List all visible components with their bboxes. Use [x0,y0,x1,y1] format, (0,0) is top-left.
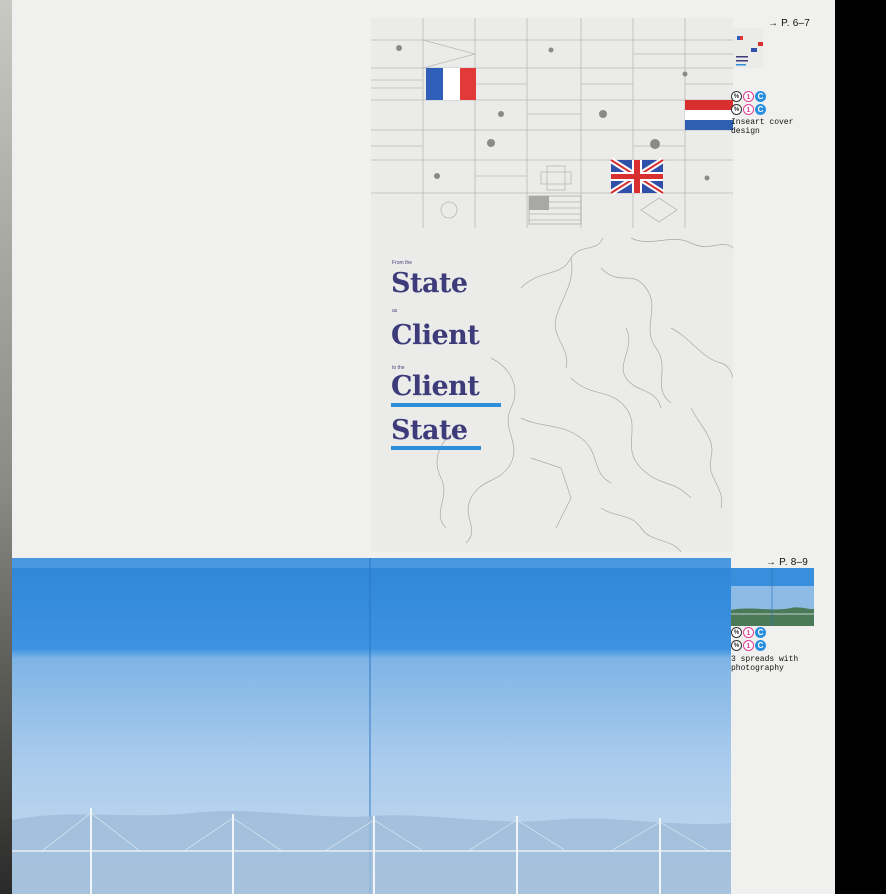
annotation-note-2: 3 spreads with photography [731,655,799,673]
cover-thumbnail [733,28,763,68]
title-line-2: State [391,268,468,299]
title-line-7: State [391,415,468,446]
cover-design: From the State as Client to the Client S… [371,18,733,552]
title-line-6: Client [391,371,480,402]
magenta-mark: 1 [743,640,754,651]
pantone-mark: % [731,640,742,651]
title-underline-2 [391,446,481,450]
magenta-mark: 1 [743,627,754,638]
print-marks-row-1b: % 1 C [731,104,766,115]
title-line-4: Client [391,320,480,351]
pantone-mark: % [731,627,742,638]
flag-grid [371,18,733,228]
cyan-mark: C [755,91,766,102]
page-reference-1: → P. 6–7 [768,18,811,29]
cyan-mark: C [755,640,766,651]
pantone-mark: % [731,104,742,115]
print-marks-row-1a: % 1 C [731,91,766,102]
magenta-mark: 1 [743,104,754,115]
bridge-photo [12,558,731,894]
page-reference-2: → P. 8–9 [766,557,809,568]
title-line-3: as [392,308,398,314]
left-photo-strip [0,0,12,894]
annotation-note-1: Inseart cover design [731,118,794,136]
print-marks-row-2b: % 1 C [731,640,766,651]
photo-thumbnail [731,568,814,626]
pantone-mark: % [731,91,742,102]
cyan-mark: C [755,627,766,638]
cyan-mark: C [755,104,766,115]
title-line-1: From the [392,260,413,266]
spread-page: From the State as Client to the Client S… [0,0,835,894]
magenta-mark: 1 [743,91,754,102]
print-marks-row-2a: % 1 C [731,627,766,638]
title-underline-1 [391,403,501,407]
